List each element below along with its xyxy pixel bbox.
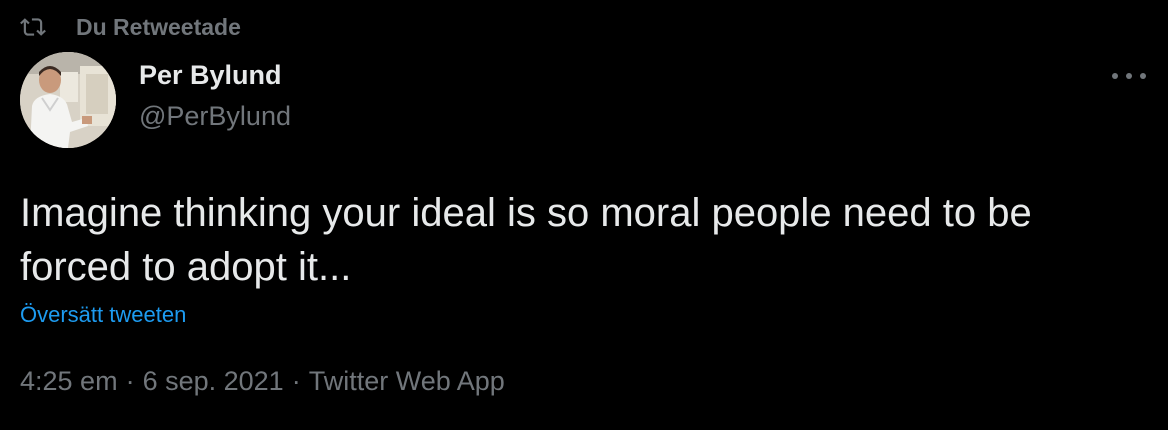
author-handle[interactable]: @PerBylund [139, 101, 291, 132]
more-options-button[interactable] [1112, 64, 1146, 88]
tweet-text: Imagine thinking your ideal is so moral … [20, 191, 1032, 289]
retweet-icon [20, 14, 46, 40]
avatar[interactable] [20, 52, 116, 148]
author-name[interactable]: Per Bylund [139, 60, 282, 91]
meta-separator: · [291, 366, 301, 396]
tweet-time[interactable]: 4:25 em [20, 366, 118, 397]
tweet-date[interactable]: 6 sep. 2021 [143, 366, 284, 397]
tweet-source[interactable]: Twitter Web App [309, 366, 505, 397]
social-context: Du Retweetade [20, 12, 241, 42]
meta-separator: · [125, 366, 135, 396]
more-horizontal-icon [1112, 73, 1118, 79]
more-dot [1126, 73, 1132, 79]
tweet-meta: 4:25 em · 6 sep. 2021 · Twitter Web App [20, 366, 505, 397]
translate-tweet-link[interactable]: Översätt tweeten [20, 302, 186, 328]
more-dot [1140, 73, 1146, 79]
retweet-label: Du Retweetade [76, 13, 241, 40]
